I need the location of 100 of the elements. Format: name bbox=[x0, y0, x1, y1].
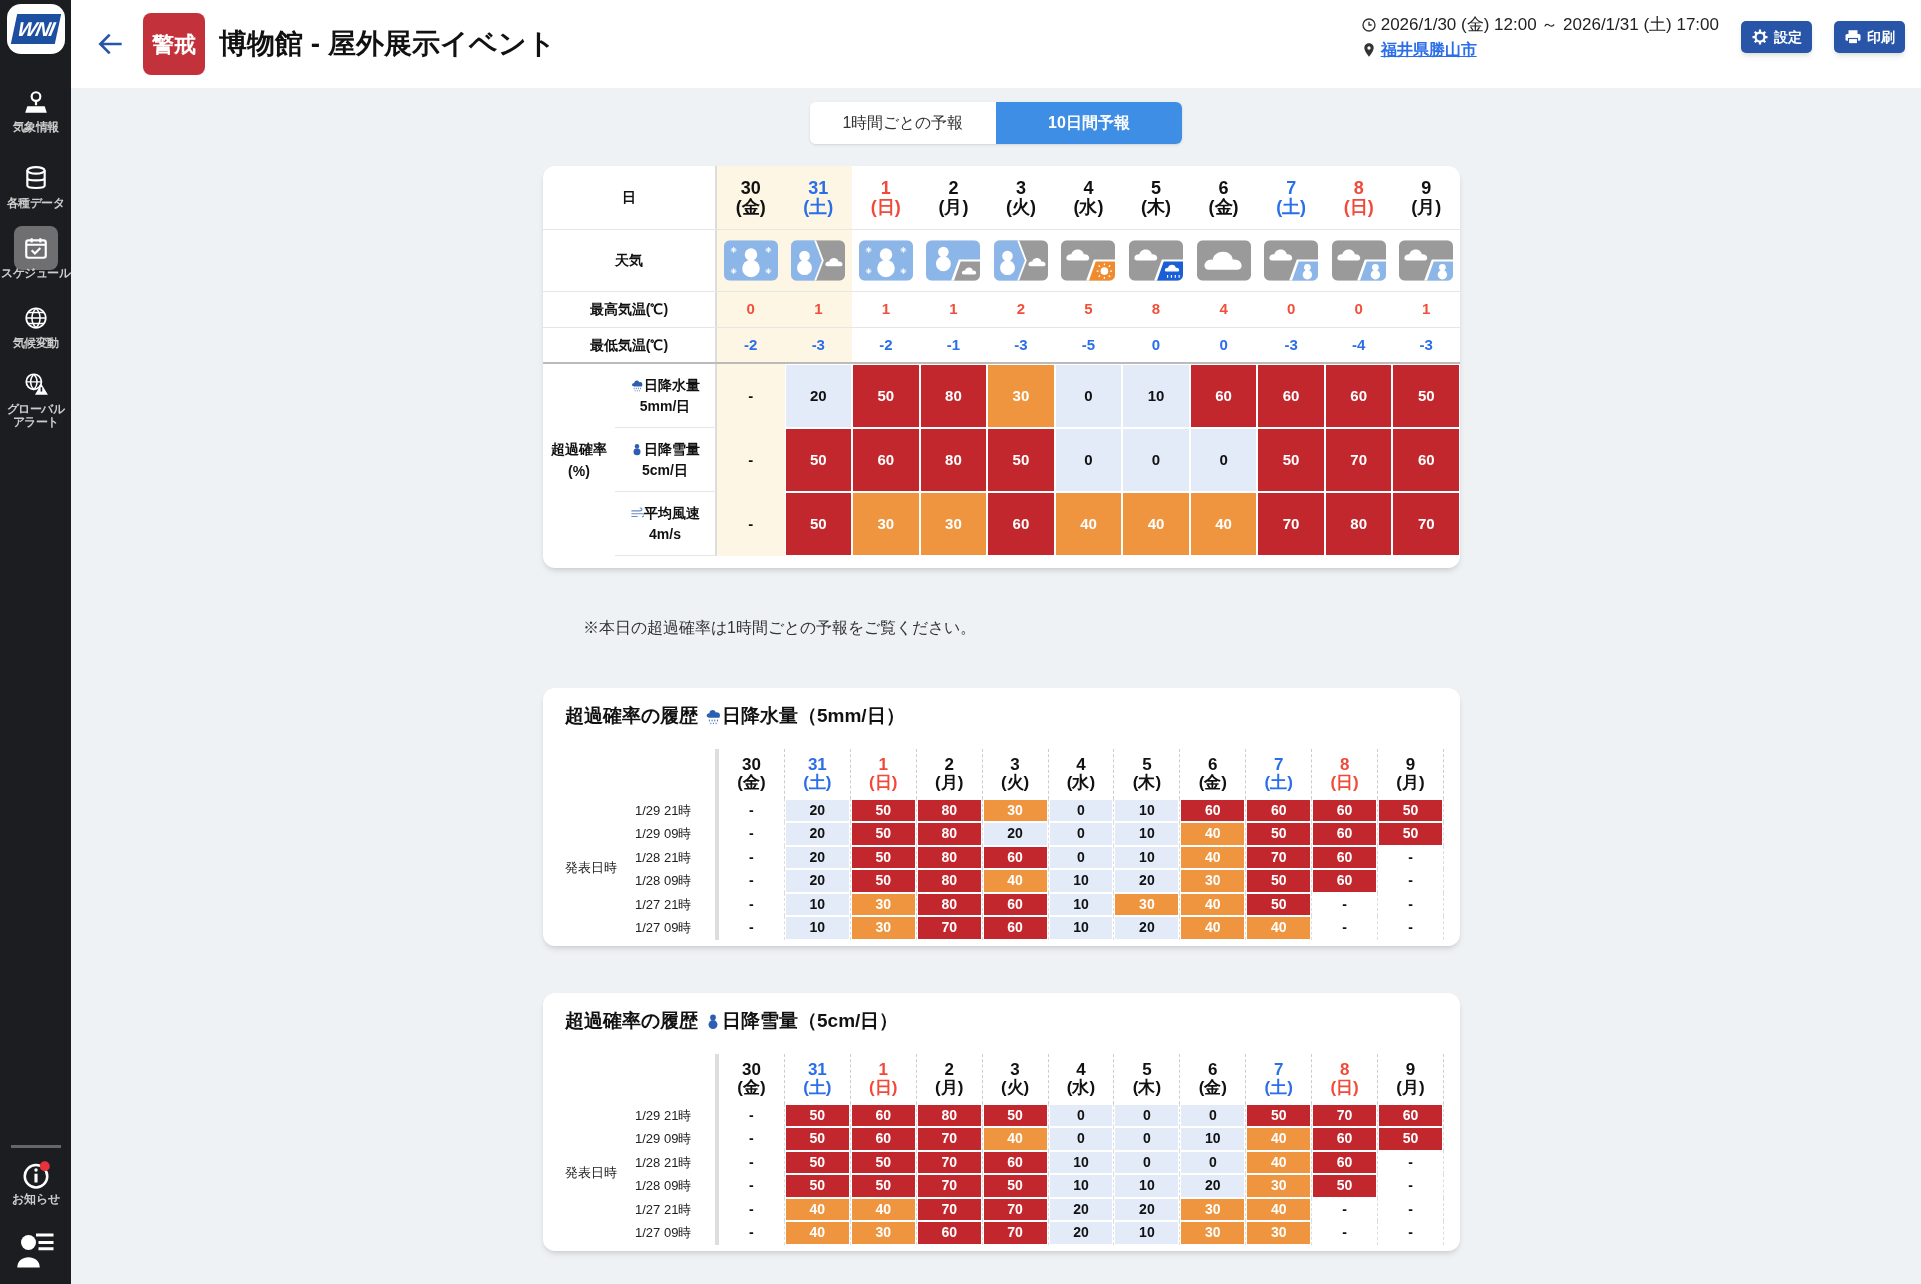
probability-cell-text: - bbox=[748, 1176, 755, 1196]
probability-cell-text: - bbox=[748, 1199, 755, 1219]
day-number: 6 bbox=[1208, 755, 1218, 774]
probability-cell: 30 bbox=[983, 799, 1047, 821]
high-temperature: 5 bbox=[1084, 299, 1093, 320]
day-of-week: (金) bbox=[737, 1078, 766, 1097]
day-number: 1 bbox=[878, 1060, 888, 1079]
probability-cell: 30 bbox=[1247, 1175, 1311, 1197]
issue-time: 1/29 21時 bbox=[635, 801, 692, 820]
probability-cell: 40 bbox=[785, 1198, 849, 1220]
clock-icon bbox=[1360, 17, 1377, 33]
day-number: 5 bbox=[1151, 178, 1162, 198]
snowman-cloud-icon bbox=[926, 240, 981, 281]
probability-cell: 10 bbox=[785, 917, 849, 939]
print-button[interactable]: 印刷 bbox=[1834, 21, 1905, 53]
low-temperature: -3 bbox=[1419, 334, 1433, 355]
day-of-week: (金) bbox=[1208, 197, 1239, 217]
probability-cell: 70 bbox=[917, 1128, 981, 1150]
probability-cell: 10 bbox=[1115, 1175, 1179, 1197]
probability-cell: 20 bbox=[1181, 1175, 1245, 1197]
probability-cell: 50 bbox=[851, 846, 915, 868]
probability-cell: 60 bbox=[853, 429, 919, 491]
day-of-week: (土) bbox=[803, 773, 832, 792]
gear-icon bbox=[1751, 28, 1769, 46]
probability-cell: 40 bbox=[1181, 893, 1245, 915]
probability-cell-text: - bbox=[1407, 1199, 1414, 1219]
probability-cell: 30 bbox=[853, 493, 919, 555]
sidebar-item[interactable]: 気候変動 bbox=[0, 296, 71, 350]
day-of-week: (金) bbox=[735, 197, 766, 217]
row-header: 天気 bbox=[615, 251, 643, 270]
day-number: 30 bbox=[740, 178, 761, 198]
probability-cell: 0 bbox=[1115, 1128, 1179, 1150]
probability-cell: 50 bbox=[1247, 870, 1311, 892]
probability-cell: 80 bbox=[917, 870, 981, 892]
probability-cell: 70 bbox=[1313, 1104, 1377, 1126]
row-header: 発表日時 bbox=[565, 1164, 617, 1183]
probability-cell: 60 bbox=[1313, 1128, 1377, 1150]
sidebar-item[interactable]: グローバルアラート bbox=[0, 362, 71, 429]
day-of-week: (木) bbox=[1132, 773, 1162, 792]
globe-warning-icon bbox=[22, 371, 49, 397]
user-menu-icon[interactable] bbox=[15, 1230, 56, 1270]
cloud-rain-icon bbox=[1129, 240, 1184, 281]
probability-cell-text: - bbox=[1407, 847, 1414, 867]
probability-cell-text: - bbox=[747, 513, 755, 534]
day-of-week: (土) bbox=[1264, 773, 1293, 792]
probability-cell: 50 bbox=[983, 1175, 1047, 1197]
probability-cell: 40 bbox=[1181, 823, 1245, 845]
probability-cell: 80 bbox=[917, 823, 981, 845]
probability-cell-text: - bbox=[748, 871, 755, 891]
day-number: 5 bbox=[1142, 1060, 1152, 1079]
high-temperature: 0 bbox=[1354, 299, 1363, 320]
probability-cell-text: - bbox=[748, 800, 755, 820]
day-number: 7 bbox=[1274, 755, 1284, 774]
sidebar-item[interactable]: 気象情報 bbox=[0, 80, 71, 134]
probability-cell: 20 bbox=[1049, 1222, 1113, 1244]
logo[interactable]: WNI bbox=[6, 4, 65, 54]
probability-cell: 10 bbox=[1049, 917, 1113, 939]
settings-button[interactable]: 設定 bbox=[1741, 21, 1812, 53]
issue-time: 1/28 21時 bbox=[635, 848, 692, 867]
history-title: 超過確率の履歴 bbox=[565, 1009, 698, 1033]
probability-cell: 0 bbox=[1123, 429, 1189, 491]
probability-cell: 10 bbox=[1049, 870, 1113, 892]
snowman-icon bbox=[858, 240, 913, 281]
row-header: 発表日時 bbox=[565, 859, 617, 878]
probability-cell: 20 bbox=[785, 799, 849, 821]
day-number: 6 bbox=[1218, 178, 1229, 198]
probability-cell-text: - bbox=[748, 847, 755, 867]
probability-cell: 40 bbox=[1181, 917, 1245, 939]
low-temperature: -4 bbox=[1352, 334, 1366, 355]
probability-cell: 0 bbox=[1181, 1151, 1245, 1173]
probability-cell: 50 bbox=[851, 799, 915, 821]
probability-cell: 70 bbox=[917, 1151, 981, 1173]
location-link[interactable]: 福井県勝山市 bbox=[1380, 37, 1477, 62]
day-number: 3 bbox=[1015, 178, 1026, 198]
probability-cell-text: - bbox=[1341, 894, 1348, 914]
probability-cell: 40 bbox=[983, 1128, 1047, 1150]
probability-cell: 10 bbox=[1049, 893, 1113, 915]
issue-time: 1/28 21時 bbox=[635, 1153, 692, 1172]
probability-cell: 80 bbox=[917, 799, 981, 821]
sidebar-item[interactable]: 各種データ bbox=[0, 156, 71, 210]
probability-cell: 50 bbox=[983, 1104, 1047, 1126]
day-number: 1 bbox=[878, 755, 888, 774]
probability-cell: 70 bbox=[1258, 493, 1324, 555]
notice-button[interactable]: お知らせ bbox=[11, 1160, 60, 1208]
snowman-cloud-icon bbox=[791, 240, 846, 281]
probability-cell: 60 bbox=[1258, 365, 1324, 427]
probability-cell: 40 bbox=[983, 870, 1047, 892]
probability-cell: 60 bbox=[1393, 429, 1459, 491]
low-temperature: -3 bbox=[1284, 334, 1298, 355]
day-of-week: (金) bbox=[1198, 1078, 1227, 1097]
day-of-week: (月) bbox=[1396, 1078, 1425, 1097]
probability-cell: 40 bbox=[1247, 1151, 1311, 1173]
tab[interactable]: 1時間ごとの予報 bbox=[810, 102, 996, 144]
probability-cell: 0 bbox=[1181, 1104, 1245, 1126]
probability-cell-text: - bbox=[748, 1105, 755, 1125]
high-temperature: 0 bbox=[1286, 299, 1296, 320]
day-of-week: (土) bbox=[803, 197, 834, 217]
issue-time: 1/29 21時 bbox=[635, 1106, 692, 1125]
day-number: 30 bbox=[742, 1060, 761, 1079]
high-temperature: 1 bbox=[881, 299, 890, 320]
